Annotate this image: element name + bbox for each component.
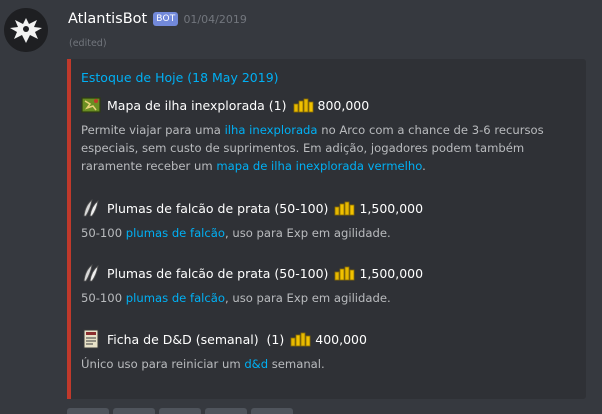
- stock-item: Plumas de falcão de prata (50-100) 1,500…: [81, 198, 551, 242]
- reaction-slot[interactable]: [251, 408, 293, 414]
- item-name: Ficha de D&D (semanal) (1): [107, 331, 285, 347]
- reaction-slot[interactable]: [159, 408, 201, 414]
- desc-link-dnd[interactable]: d&d: [244, 357, 268, 371]
- message-header: AtlantisBot BOT 01/04/2019: [68, 9, 247, 29]
- reaction-bar: [67, 408, 293, 414]
- message-timestamp: 01/04/2019: [183, 12, 247, 26]
- reaction-slot[interactable]: [205, 408, 247, 414]
- reaction-slot[interactable]: [113, 408, 155, 414]
- stock-item: Ficha de D&D (semanal) (1) 400,000 Único…: [81, 329, 551, 373]
- island-map-icon: [81, 97, 101, 113]
- item-price: 1,500,000: [359, 265, 424, 281]
- item-description: 50-100 plumas de falcão, uso para Exp em…: [81, 289, 551, 307]
- reaction-slot[interactable]: [67, 408, 109, 414]
- desc-link-uncharted-isle[interactable]: ilha inexplorada: [225, 123, 318, 137]
- desc-text: 50-100: [81, 291, 126, 305]
- item-name: Plumas de falcão de prata (50-100): [107, 265, 329, 281]
- feather-icon: [83, 264, 99, 282]
- edited-label: (edited): [69, 38, 107, 49]
- avatar[interactable]: [4, 8, 48, 52]
- coins-icon: [335, 201, 355, 216]
- item-description: Único uso para reiniciar um d&d semanal.: [81, 355, 551, 373]
- stock-item: Mapa de ilha inexplorada (1) 800,000 Per…: [81, 95, 551, 175]
- embed-title[interactable]: Estoque de Hoje (18 May 2019): [81, 70, 279, 85]
- item-price: 800,000: [317, 97, 370, 113]
- item-description: Permite viajar para uma ilha inexplorada…: [81, 121, 551, 175]
- desc-link-red-map[interactable]: mapa de ilha inexplorada vermelho: [216, 159, 422, 173]
- desc-text: semanal.: [268, 357, 325, 371]
- stock-item: Plumas de falcão de prata (50-100) 1,500…: [81, 263, 551, 307]
- item-price: 1,500,000: [359, 200, 424, 216]
- feather-icon: [83, 199, 99, 217]
- dragon-icon: [4, 8, 48, 52]
- item-description: 50-100 plumas de falcão, uso para Exp em…: [81, 224, 551, 242]
- bot-badge: BOT: [153, 12, 179, 26]
- desc-text: Permite viajar para uma: [81, 123, 225, 137]
- shop-embed: Estoque de Hoje (18 May 2019) Mapa de il…: [67, 59, 586, 399]
- desc-text: , uso para Exp em agilidade.: [224, 291, 391, 305]
- coins-icon: [293, 98, 313, 113]
- desc-link-falcon-feathers[interactable]: plumas de falcão: [126, 291, 225, 305]
- desc-link-falcon-feathers[interactable]: plumas de falcão: [126, 226, 225, 240]
- desc-text: .: [422, 159, 426, 173]
- desc-text: 50-100: [81, 226, 126, 240]
- coins-icon: [335, 266, 355, 281]
- author-name[interactable]: AtlantisBot: [68, 11, 147, 27]
- item-name: Mapa de ilha inexplorada (1): [107, 97, 287, 113]
- item-name: Plumas de falcão de prata (50-100): [107, 200, 329, 216]
- dnd-token-icon: [83, 329, 99, 349]
- coins-icon: [290, 332, 311, 347]
- desc-text: , uso para Exp em agilidade.: [224, 226, 391, 240]
- desc-text: Único uso para reiniciar um: [81, 357, 245, 371]
- item-price: 400,000: [315, 331, 367, 347]
